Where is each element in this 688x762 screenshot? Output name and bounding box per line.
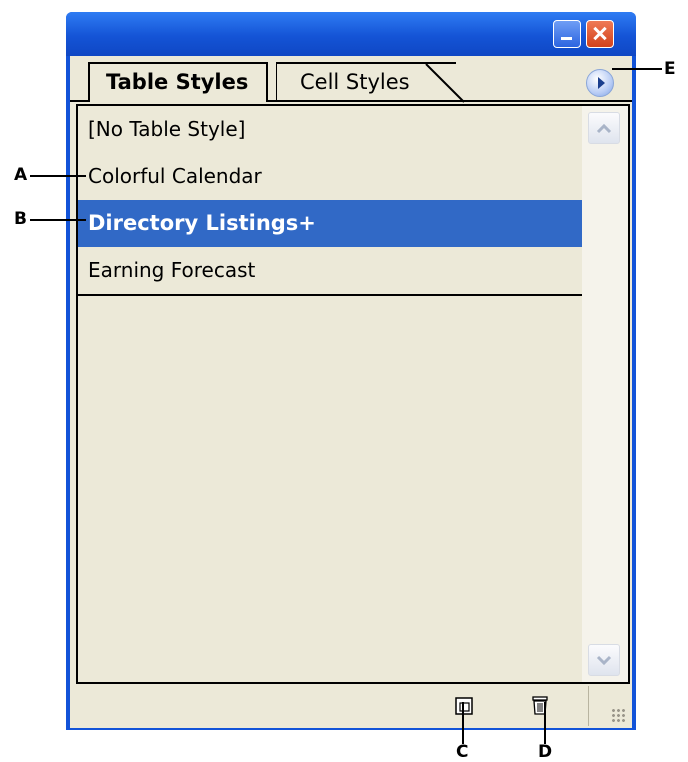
list-divider [78,294,582,296]
new-style-icon[interactable] [454,694,474,716]
callout-b-line [30,219,86,221]
callout-d-line [544,702,546,744]
styles-list-box: [No Table Style] Colorful Calendar Direc… [76,104,630,684]
tab-strip: Table Styles Cell Styles [70,56,632,103]
callout-d: D [538,742,553,762]
close-icon[interactable] [586,20,614,48]
styles-list: [No Table Style] Colorful Calendar Direc… [78,106,582,296]
tab-table-styles[interactable]: Table Styles [88,62,268,102]
callout-e-line [612,68,662,70]
callout-b: B [14,209,27,229]
minimize-icon[interactable] [553,20,581,48]
resize-dots [611,708,625,722]
tab-cell-styles[interactable]: Cell Styles [276,62,465,103]
resize-grip-icon[interactable] [588,686,629,726]
callout-c: C [456,742,469,762]
list-item[interactable]: Earning Forecast [78,247,582,294]
title-bar[interactable] [66,12,636,56]
tab-cell-styles-label: Cell Styles [300,70,410,94]
list-item[interactable]: [No Table Style] [78,106,582,153]
panel-menu-icon[interactable] [586,69,614,97]
table-styles-window: Table Styles Cell Styles [No Table Style… [66,12,636,730]
chevron-down-icon[interactable] [588,644,620,676]
list-item-selected[interactable]: Directory Listings+ [78,200,582,247]
chevron-up-icon[interactable] [588,112,620,144]
panel-body: Table Styles Cell Styles [No Table Style… [70,56,632,728]
callout-e: E [664,59,676,79]
trash-icon[interactable] [530,694,550,716]
panel-footer [76,686,630,726]
callout-a-line [30,175,86,177]
vertical-scrollbar[interactable] [582,106,628,682]
callout-a: A [14,165,28,185]
callout-c-line [462,702,464,744]
list-item[interactable]: Colorful Calendar [78,153,582,200]
